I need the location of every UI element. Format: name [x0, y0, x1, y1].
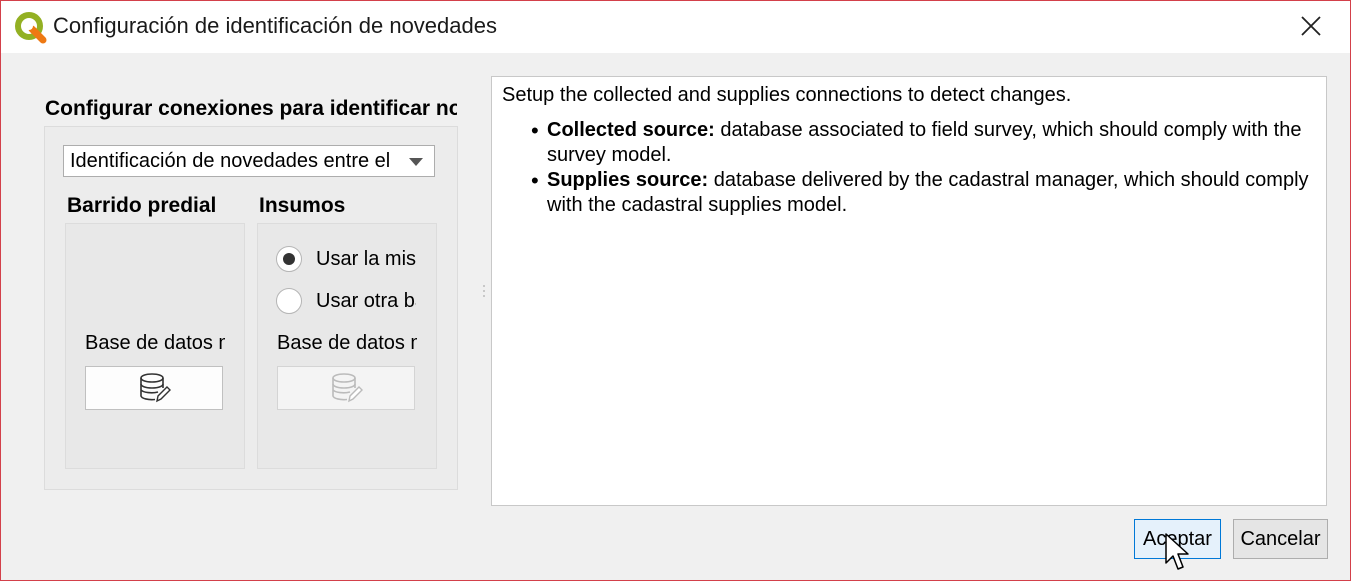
help-item-collected: Collected source: database associated to… — [531, 118, 1316, 168]
qgis-logo-icon — [15, 12, 47, 44]
dialog-window: Configuración de identificación de noved… — [0, 0, 1351, 581]
window-title: Configuración de identificación de noved… — [53, 13, 497, 38]
mouse-cursor-icon — [1165, 533, 1189, 570]
help-list: Collected source: database associated to… — [502, 118, 1316, 218]
radio-same-db[interactable]: Usar la misma base de datos — [276, 244, 416, 274]
help-item-supplies: Supplies source: database delivered by t… — [531, 168, 1316, 218]
radio-button-unchecked[interactable] — [276, 288, 302, 314]
barrido-db-connect-button[interactable] — [85, 366, 223, 410]
cancel-button[interactable]: Cancelar — [1233, 519, 1328, 559]
barrido-predial-title: Barrido predial — [67, 194, 217, 217]
help-item-term: Supplies source: — [547, 169, 709, 191]
connections-group-title: Configurar conexiones para identificar n… — [45, 97, 457, 120]
radio-other-db[interactable]: Usar otra base de datos — [276, 286, 416, 316]
radio-same-db-label: Usar la misma base de datos — [316, 247, 416, 270]
database-edit-icon — [140, 373, 171, 403]
insumos-group: Usar la misma base de datos Usar otra ba… — [257, 223, 437, 469]
radio-dot — [283, 253, 295, 265]
insumos-title: Insumos — [259, 194, 346, 217]
database-edit-icon — [332, 373, 363, 403]
barrido-predial-group: Base de datos manual — [65, 223, 245, 469]
barrido-db-label: Base de datos manual — [85, 332, 225, 354]
comparison-mode-value: Identificación de novedades entre el bar… — [70, 150, 390, 172]
radio-button-checked[interactable] — [276, 246, 302, 272]
insumos-db-connect-button[interactable] — [277, 366, 415, 410]
radio-other-db-label: Usar otra base de datos — [316, 289, 416, 312]
dialog-body: Configurar conexiones para identificar n… — [1, 53, 1350, 580]
chevron-down-icon — [409, 158, 423, 166]
help-text-panel: Setup the collected and supplies connect… — [491, 76, 1327, 506]
help-item-term: Collected source: — [547, 119, 715, 141]
splitter-handle[interactable] — [482, 283, 486, 299]
insumos-db-label: Base de datos manual — [277, 332, 417, 354]
comparison-mode-select[interactable]: Identificación de novedades entre el bar… — [63, 145, 435, 177]
close-icon — [1301, 16, 1321, 36]
close-button[interactable] — [1283, 1, 1339, 51]
title-bar[interactable]: Configuración de identificación de noved… — [1, 1, 1350, 53]
help-intro: Setup the collected and supplies connect… — [502, 84, 1072, 106]
